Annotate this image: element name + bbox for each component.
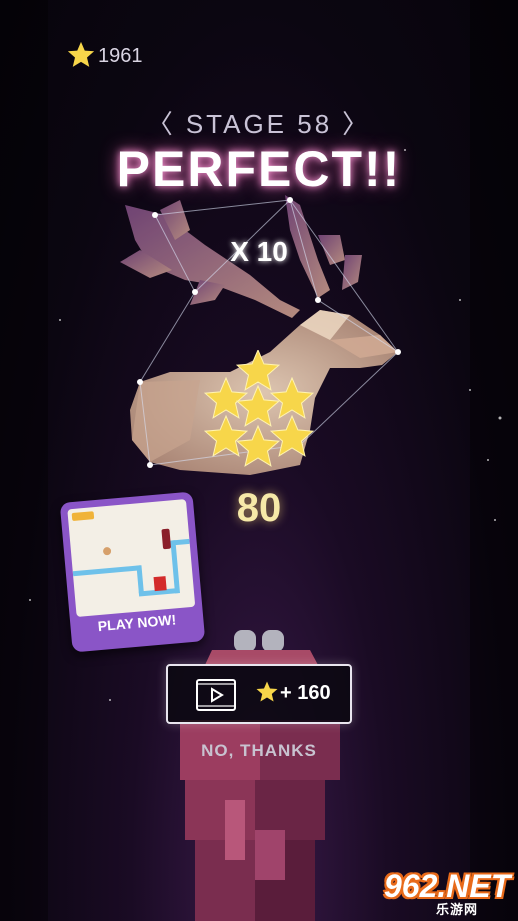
bonus-amount: + 160 <box>280 682 331 704</box>
video-icon <box>196 679 236 711</box>
tower-illustration <box>180 630 340 921</box>
bonus-star-icon <box>256 681 278 702</box>
watermark-subtitle: 乐游网 <box>436 902 479 917</box>
site-watermark: 962.NET 乐游网 <box>376 868 512 917</box>
no-thanks-button[interactable]: NO, THANKS <box>0 741 518 761</box>
game-screen: 1961 〈 STAGE 58 〉 PERFECT!! X 10 80 PLAY… <box>0 0 518 921</box>
watch-video-bonus-button[interactable]: + 160 <box>166 664 352 724</box>
